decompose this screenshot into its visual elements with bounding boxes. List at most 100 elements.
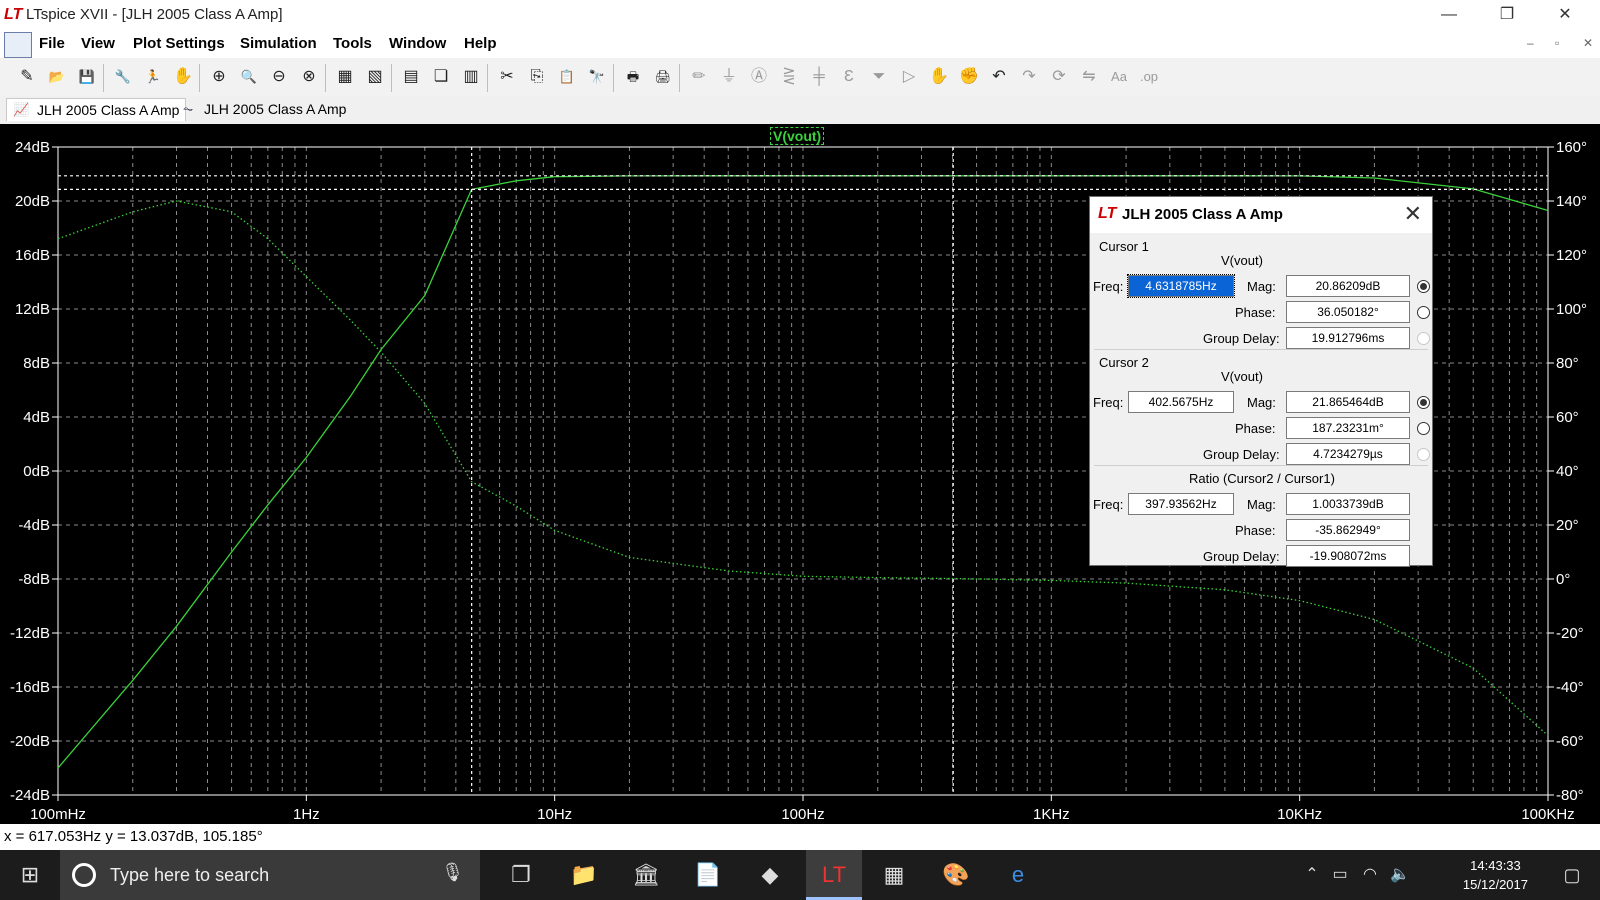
note-icon[interactable]: ◆ <box>746 850 794 900</box>
cursor1-freq-field[interactable]: 4.6318785Hz <box>1127 274 1235 298</box>
trace-label-vout[interactable]: V(vout) <box>770 127 825 145</box>
menu-plot-settings[interactable]: Plot Settings <box>133 35 225 52</box>
print-icon[interactable]: 🖶 <box>622 66 644 88</box>
file-explorer-icon[interactable]: 📁 <box>560 850 608 900</box>
menu-view[interactable]: View <box>81 35 115 52</box>
mdi-close-button[interactable]: ✕ <box>1583 36 1593 50</box>
task-view-icon[interactable]: ❐ <box>497 850 545 900</box>
open-icon[interactable]: 📂 <box>46 66 68 88</box>
cursor2-gd-radio[interactable] <box>1417 448 1430 461</box>
paste-icon[interactable]: 📋 <box>556 66 578 88</box>
find-icon[interactable]: 🔭 <box>586 66 608 88</box>
zoom-area-icon[interactable]: ⊕ <box>208 66 230 88</box>
calculator-icon[interactable]: ▦ <box>870 850 918 900</box>
menu-file[interactable]: File <box>39 35 65 52</box>
ratio-freq-field[interactable]: 397.93562Hz <box>1128 493 1234 515</box>
cursor1-mag-field[interactable]: 20.86209dB <box>1286 275 1410 297</box>
right-tick-label: 100° <box>1556 301 1587 318</box>
zoom-fit-icon[interactable]: ⊗ <box>298 66 320 88</box>
mdi-minimize-button[interactable]: – <box>1527 36 1534 50</box>
ground-icon[interactable]: ⏚ <box>718 66 740 88</box>
ratio-mag-label: Mag: <box>1247 497 1276 512</box>
wire-icon[interactable]: ✏ <box>688 66 710 88</box>
menu-help[interactable]: Help <box>464 35 497 52</box>
left-tick-label: 4dB <box>23 409 50 426</box>
halt-icon[interactable]: ✋ <box>172 66 194 88</box>
tile-vertical-icon[interactable]: ▥ <box>460 66 482 88</box>
new-schematic-icon[interactable]: ✎ <box>16 66 38 88</box>
microphone-icon[interactable]: 🎙 <box>441 862 464 883</box>
ratio-mag-field[interactable]: 1.0033739dB <box>1286 493 1410 515</box>
cursor2-mag-field[interactable]: 21.865464dB <box>1286 391 1410 413</box>
bank-icon[interactable]: 🏛 <box>622 850 670 900</box>
component-icon[interactable]: ▷ <box>898 66 920 88</box>
mdi-restore-button[interactable]: ▫ <box>1555 36 1559 50</box>
capacitor-icon[interactable]: ╪ <box>808 66 830 88</box>
ratio-freq-label: Freq: <box>1093 497 1124 512</box>
battery-icon[interactable]: ▭ <box>1326 850 1354 900</box>
system-clock[interactable]: 14:43:33 15/12/2017 <box>1463 856 1528 894</box>
drag-icon[interactable]: ✊ <box>958 66 980 88</box>
waveform-app-icon[interactable] <box>4 32 32 58</box>
cursor2-mag-radio[interactable] <box>1417 396 1430 409</box>
run-icon[interactable]: 🏃 <box>142 66 164 88</box>
text-icon[interactable]: Aa <box>1108 66 1130 88</box>
copy-icon[interactable]: ⎘ <box>526 66 548 88</box>
volume-icon[interactable]: 🔈 <box>1386 850 1414 900</box>
move-icon[interactable]: ✋ <box>928 66 950 88</box>
show-hidden-icons-icon[interactable]: ⌃ <box>1298 850 1326 900</box>
close-button[interactable]: ✕ <box>1542 0 1588 30</box>
zoom-in-icon[interactable]: 🔍 <box>238 66 260 88</box>
tab-schematic[interactable]: ⏦ JLH 2005 Class A Amp <box>174 98 352 120</box>
print-preview-icon[interactable]: 🖨 <box>652 66 674 88</box>
cursor2-phase-field[interactable]: 187.23231m° <box>1286 417 1410 439</box>
mirror-icon[interactable]: ⇋ <box>1078 66 1100 88</box>
minimize-button[interactable]: — <box>1426 0 1472 30</box>
menu-tools[interactable]: Tools <box>333 35 372 52</box>
tile-horizontal-icon[interactable]: ▤ <box>400 66 422 88</box>
spice-directive-icon[interactable]: .op <box>1138 66 1160 88</box>
grid-icon[interactable]: ▧ <box>364 66 386 88</box>
taskbar: ⊞ Type here to search 🎙 ❐ 📁 🏛 📄 ◆ LT ▦ 🎨… <box>0 850 1600 900</box>
menu-window[interactable]: Window <box>389 35 446 52</box>
zoom-out-icon[interactable]: ⊖ <box>268 66 290 88</box>
document-icon[interactable]: 📄 <box>684 850 732 900</box>
paint-icon[interactable]: 🎨 <box>932 850 980 900</box>
cursor2-freq-field[interactable]: 402.5675Hz <box>1128 391 1234 413</box>
cursor1-freq-label: Freq: <box>1093 279 1124 294</box>
save-icon[interactable]: 💾 <box>76 66 98 88</box>
tab-waveform[interactable]: 📈 JLH 2005 Class A Amp <box>6 98 187 121</box>
cursor1-phase-field[interactable]: 36.050182° <box>1286 301 1410 323</box>
cursor1-gd-field[interactable]: 19.912796ms <box>1286 327 1410 349</box>
wifi-icon[interactable]: ◠ <box>1356 850 1384 900</box>
control-panel-icon[interactable]: 🔧 <box>112 66 134 88</box>
cut-icon[interactable]: ✂ <box>496 66 518 88</box>
menu-simulation[interactable]: Simulation <box>240 35 317 52</box>
edge-icon[interactable]: e <box>994 850 1042 900</box>
ratio-phase-field[interactable]: -35.862949° <box>1286 519 1410 541</box>
cascade-icon[interactable]: ❏ <box>430 66 452 88</box>
ltspice-icon[interactable]: LT <box>806 850 862 900</box>
cursor2-phase-radio[interactable] <box>1417 422 1430 435</box>
undo-icon[interactable]: ↶ <box>988 66 1010 88</box>
label-icon[interactable]: Ⓐ <box>748 66 770 88</box>
inductor-icon[interactable]: Ɛ <box>838 66 860 88</box>
ratio-gd-field[interactable]: -19.908072ms <box>1286 545 1410 567</box>
cursor1-mag-radio[interactable] <box>1417 280 1430 293</box>
tab-label: JLH 2005 Class A Amp <box>37 102 180 118</box>
rotate-icon[interactable]: ⟳ <box>1048 66 1070 88</box>
left-tick-label: 16dB <box>15 247 50 264</box>
redo-icon[interactable]: ↷ <box>1018 66 1040 88</box>
dialog-close-button[interactable]: ✕ <box>1404 201 1422 227</box>
restore-button[interactable]: ❐ <box>1484 0 1530 30</box>
cursor2-gd-label: Group Delay: <box>1203 447 1280 462</box>
cursor1-phase-radio[interactable] <box>1417 306 1430 319</box>
action-center-icon[interactable]: ▢ <box>1548 850 1596 900</box>
diode-icon[interactable]: ⏷ <box>868 66 890 88</box>
windows-start-icon[interactable]: ⊞ <box>6 850 54 900</box>
cursor2-gd-field[interactable]: 4.7234279µs <box>1286 443 1410 465</box>
autorange-icon[interactable]: ▦ <box>334 66 356 88</box>
cursor1-gd-radio[interactable] <box>1417 332 1430 345</box>
taskbar-search-box[interactable]: Type here to search 🎙 <box>60 850 480 900</box>
resistor-icon[interactable]: ⋛ <box>778 66 800 88</box>
